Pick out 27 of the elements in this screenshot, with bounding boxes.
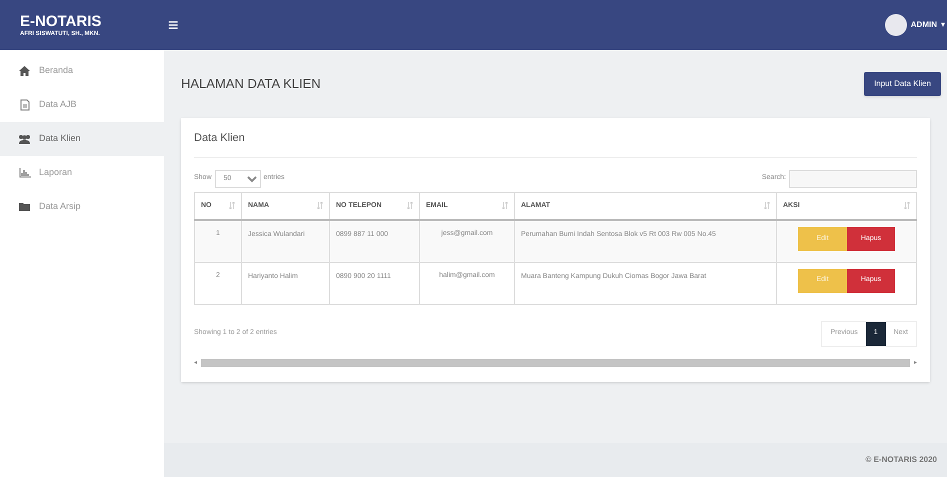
- sidebar-item[interactable]: Data Arsip: [0, 190, 164, 224]
- card-title: Data Klien: [194, 130, 917, 158]
- sort-icon[interactable]: [502, 202, 508, 210]
- sidebar-item[interactable]: Laporan: [0, 156, 164, 190]
- avatar-icon[interactable]: [884, 14, 907, 36]
- bar-chart-icon: [18, 168, 30, 178]
- sort-icon[interactable]: [229, 202, 235, 210]
- search-field[interactable]: [789, 170, 917, 188]
- input-data-button[interactable]: Input Data Klien: [864, 72, 941, 96]
- sidebar-item[interactable]: Data AJB: [0, 88, 164, 122]
- sort-icon[interactable]: [317, 202, 323, 210]
- user-name[interactable]: ADMIN: [910, 19, 937, 31]
- caret-icon[interactable]: ▾: [941, 19, 945, 31]
- users-icon: [18, 134, 31, 144]
- sort-icon[interactable]: [764, 202, 770, 210]
- page-title: HALAMAN DATA KLIEN: [181, 75, 321, 94]
- copyright-text: © E-NOTARIS 2020: [865, 454, 937, 466]
- folder-icon: [18, 202, 30, 212]
- sort-icon[interactable]: [904, 202, 910, 210]
- sort-icon[interactable]: [407, 202, 413, 210]
- sidebar-item[interactable]: Data Klien: [0, 122, 164, 156]
- horizontal-scrollbar[interactable]: [201, 359, 910, 367]
- menu-button[interactable]: ≡: [168, 16, 179, 34]
- brand-title: E-NOTARIS: [20, 14, 102, 28]
- document-icon: [20, 99, 30, 111]
- home-icon: [19, 66, 30, 76]
- sidebar-item[interactable]: Beranda: [0, 54, 164, 88]
